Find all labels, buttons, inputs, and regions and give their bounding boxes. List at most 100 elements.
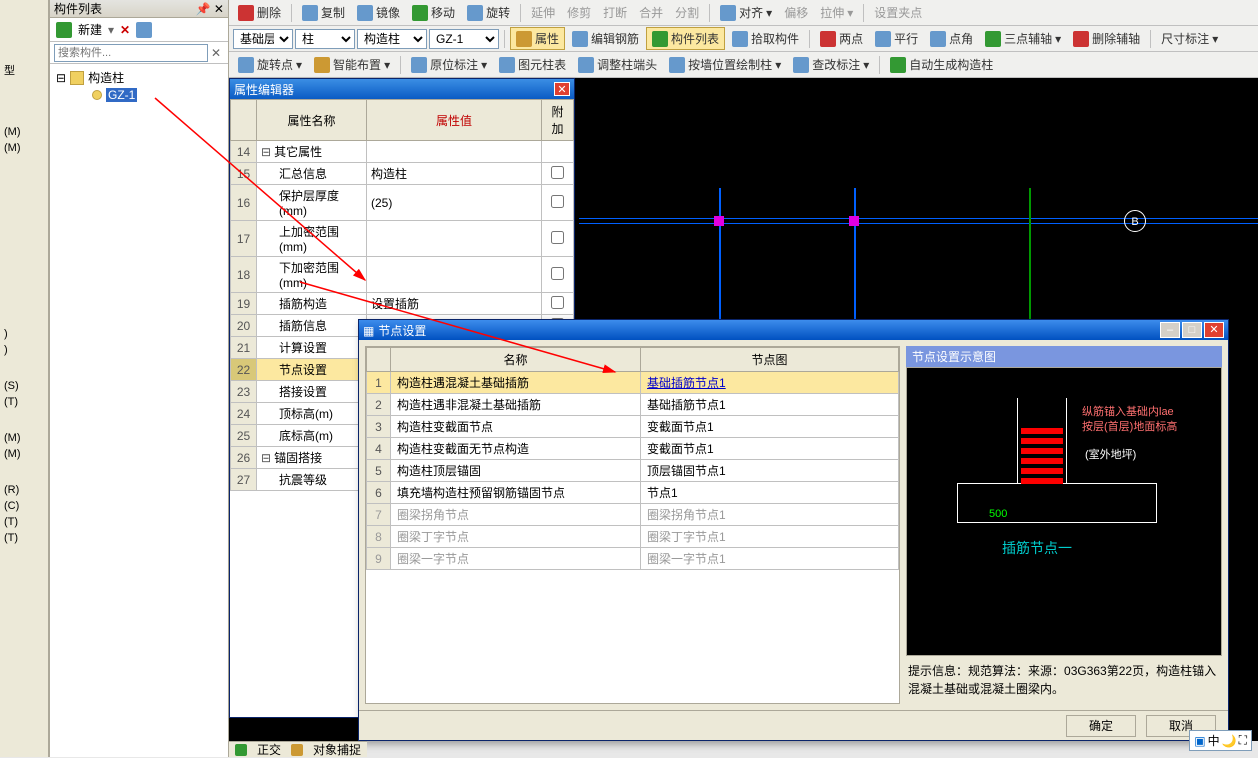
left-lbl: (M) <box>0 124 48 140</box>
node-row[interactable]: 4构造柱变截面无节点构造变截面节点1 <box>367 438 899 460</box>
bywall-button[interactable]: 按墙位置绘制柱▾ <box>664 54 786 75</box>
property-editor-title: 属性编辑器 <box>234 81 294 98</box>
close-icon[interactable]: ✕ <box>554 82 570 96</box>
panel-title: 构件列表 <box>54 0 102 17</box>
property-row[interactable]: 15汇总信息构造柱 <box>231 163 574 185</box>
component-combo[interactable]: GZ-1 <box>429 29 499 49</box>
property-row[interactable]: 16保护层厚度(mm)(25) <box>231 185 574 221</box>
complist-button[interactable]: 构件列表 <box>646 27 725 50</box>
node-preview-panel: 节点设置示意图 纵筋锚入基础内lae 按层(首层)地面标高 (室外地坪) 500… <box>906 346 1222 704</box>
pick-button[interactable]: 拾取构件 <box>727 28 804 49</box>
osnap-label[interactable]: 对象捕捉 <box>313 741 361 758</box>
graphtbl-button[interactable]: 图元柱表 <box>494 54 571 75</box>
tree-root[interactable]: ⊟ 构造柱 <box>56 68 222 87</box>
delete-button[interactable]: 删除 <box>233 2 286 23</box>
adjustend-button[interactable]: 调整柱端头 <box>573 54 662 75</box>
property-button[interactable]: 属性 <box>510 27 565 50</box>
search-input[interactable] <box>54 44 208 62</box>
chamfer-button[interactable]: 点角 <box>925 28 978 49</box>
extra-checkbox[interactable] <box>551 195 564 208</box>
node-table[interactable]: 名称 节点图 1构造柱遇混凝土基础插筋基础插筋节点12构造柱遇非混凝土基础插筋基… <box>366 347 899 570</box>
ortho-icon <box>235 744 247 756</box>
osnap-icon <box>291 744 303 756</box>
new-button[interactable]: 新建 <box>78 21 102 38</box>
smartplace-button[interactable]: 智能布置▾ <box>309 54 395 75</box>
copy-icon <box>302 5 318 21</box>
panel-pin-icon[interactable]: 📌 ✕ <box>196 2 224 16</box>
new-icon[interactable] <box>56 22 72 38</box>
node-row[interactable]: 6填充墙构造柱预留钢筋锚固节点节点1 <box>367 482 899 504</box>
break-button: 打断 <box>598 2 632 23</box>
node-row[interactable]: 5构造柱顶层锚固顶层锚固节点1 <box>367 460 899 482</box>
toolbar-column: 旋转点▾ 智能布置▾ 原位标注▾ 图元柱表 调整柱端头 按墙位置绘制柱▾ 查改标… <box>229 52 1258 78</box>
twopoint-icon <box>820 31 836 47</box>
extra-checkbox[interactable] <box>551 166 564 179</box>
maximize-icon[interactable]: □ <box>1182 322 1202 338</box>
pick-icon <box>732 31 748 47</box>
subcategory-combo[interactable]: 构造柱 <box>357 29 427 49</box>
mirror-icon <box>357 5 373 21</box>
left-lbl: ) <box>0 326 48 342</box>
parallel-button[interactable]: 平行 <box>870 28 923 49</box>
dim-button[interactable]: 尺寸标注▾ <box>1156 28 1223 49</box>
ok-button[interactable]: 确定 <box>1066 715 1136 737</box>
chkdim-button[interactable]: 查改标注▾ <box>788 54 874 75</box>
property-row[interactable]: 18下加密范围(mm) <box>231 257 574 293</box>
ortho-label[interactable]: 正交 <box>257 741 281 758</box>
category-combo[interactable]: 柱 <box>295 29 355 49</box>
left-lbl: (M) <box>0 140 48 156</box>
rotnode-button[interactable]: 旋转点▾ <box>233 54 307 75</box>
merge-button: 合并 <box>634 2 668 23</box>
delaxis-icon <box>1073 31 1089 47</box>
move-button[interactable]: 移动 <box>407 2 460 23</box>
left-lbl: (T) <box>0 530 48 546</box>
property-editor-titlebar[interactable]: 属性编辑器 ✕ <box>230 79 574 99</box>
bywall-icon <box>669 57 685 73</box>
threeaxis-icon <box>985 31 1001 47</box>
preview-hint: 提示信息：规范算法：来源：03G363第22页，构造柱锚入混凝土基础或混凝土圈梁… <box>906 656 1222 704</box>
node-settings-title: 节点设置 <box>378 324 426 338</box>
extra-checkbox[interactable] <box>551 296 564 309</box>
close-icon[interactable]: ✕ <box>1204 322 1224 338</box>
twopoint-button[interactable]: 两点 <box>815 28 868 49</box>
copy-button[interactable]: 复制 <box>297 2 350 23</box>
extra-checkbox[interactable] <box>551 267 564 280</box>
floor-combo[interactable]: 基础层 <box>233 29 293 49</box>
delaxis-button[interactable]: 删除辅轴 <box>1068 28 1145 49</box>
origin-button[interactable]: 原位标注▾ <box>406 54 492 75</box>
ime-indicator[interactable]: ▣中🌙⛶ <box>1189 730 1252 751</box>
search-clear-icon[interactable]: ✕ <box>208 46 224 60</box>
node-row[interactable]: 2构造柱遇非混凝土基础插筋基础插筋节点1 <box>367 394 899 416</box>
tree-label: GZ-1 <box>106 88 137 102</box>
tree-label: 构造柱 <box>88 69 124 86</box>
mirror-button[interactable]: 镜像 <box>352 2 405 23</box>
chamfer-icon <box>930 31 946 47</box>
status-bar: 正交 对象捕捉 <box>229 741 367 757</box>
property-row[interactable]: 19插筋构造设置插筋 <box>231 293 574 315</box>
align-button[interactable]: 对齐▾ <box>715 2 777 23</box>
delete-icon[interactable]: ✕ <box>120 23 130 37</box>
node-row[interactable]: 1构造柱遇混凝土基础插筋基础插筋节点1 <box>367 372 899 394</box>
node-row: 8圈梁丁字节点圈梁丁字节点1 <box>367 526 899 548</box>
rotate-button[interactable]: 旋转 <box>462 2 515 23</box>
autogen-button[interactable]: 自动生成构造柱 <box>885 54 998 75</box>
tree-item-gz1[interactable]: GZ-1 <box>56 87 222 103</box>
left-lbl: (T) <box>0 514 48 530</box>
node-row[interactable]: 3构造柱变截面节点变截面节点1 <box>367 416 899 438</box>
rebar-icon <box>572 31 588 47</box>
node-settings-titlebar[interactable]: ▦节点设置 – □ ✕ <box>359 320 1228 340</box>
property-row[interactable]: 14⊟其它属性 <box>231 141 574 163</box>
node-row: 9圈梁一字节点圈梁一字节点1 <box>367 548 899 570</box>
stretch-button: 拉伸▾ <box>815 2 858 23</box>
threeaxis-button[interactable]: 三点辅轴▾ <box>980 28 1066 49</box>
property-row[interactable]: 17上加密范围(mm) <box>231 221 574 257</box>
copy-icon[interactable] <box>136 22 152 38</box>
edit-rebar-button[interactable]: 编辑钢筋 <box>567 28 644 49</box>
chkdim-icon <box>793 57 809 73</box>
component-tree[interactable]: ⊟ 构造柱 GZ-1 <box>50 64 228 107</box>
minimize-icon[interactable]: – <box>1160 322 1180 338</box>
node-icon <box>92 90 102 100</box>
folder-icon <box>70 71 84 85</box>
offset-button: 偏移 <box>779 2 813 23</box>
extra-checkbox[interactable] <box>551 231 564 244</box>
